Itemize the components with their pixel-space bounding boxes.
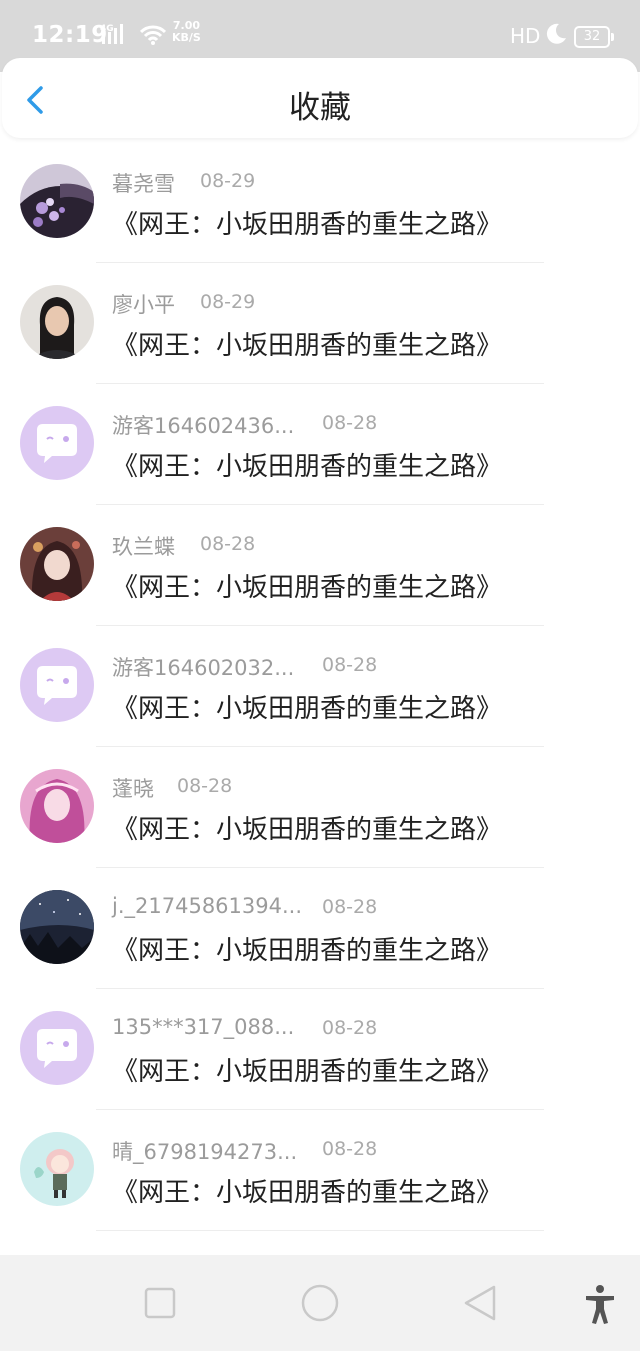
list-item[interactable]: 晴_6798194273... 08-28 《网王：小坂田朋香的重生之路》 xyxy=(0,1110,640,1231)
square-icon xyxy=(144,1287,176,1319)
book-title[interactable]: 《网王：小坂田朋香的重生之路》 xyxy=(112,1172,502,1209)
network-speed: 7.00 KB/S xyxy=(172,20,201,44)
user-name: 游客164602032... xyxy=(112,656,295,680)
status-time: 12:19 xyxy=(32,22,108,48)
page-title: 收藏 xyxy=(289,90,351,126)
home-button[interactable] xyxy=(300,1279,340,1331)
app-header: 收藏 xyxy=(2,58,638,138)
default-avatar[interactable] xyxy=(20,1011,94,1085)
back-nav-button[interactable] xyxy=(460,1279,500,1331)
date: 08-29 xyxy=(200,170,256,192)
wifi-icon xyxy=(139,24,167,50)
date: 08-28 xyxy=(322,1138,378,1160)
hd-indicator: HD xyxy=(510,24,541,48)
book-title[interactable]: 《网王：小坂田朋香的重生之路》 xyxy=(112,809,502,846)
list-item[interactable]: 暮尧雪 08-29 《网王：小坂田朋香的重生之路》 xyxy=(0,142,640,263)
book-title[interactable]: 《网王：小坂田朋香的重生之路》 xyxy=(112,930,502,967)
list-item[interactable]: 玖兰蝶 08-28 《网王：小坂田朋香的重生之路》 xyxy=(0,505,640,626)
system-nav-bar xyxy=(0,1255,640,1351)
date: 08-28 xyxy=(322,896,378,918)
date: 08-28 xyxy=(322,1017,378,1039)
book-title[interactable]: 《网王：小坂田朋香的重生之路》 xyxy=(112,204,502,241)
default-avatar[interactable] xyxy=(20,406,94,480)
battery-icon: 32 xyxy=(574,26,614,48)
divider xyxy=(96,1230,544,1231)
accessibility-icon xyxy=(586,1285,614,1324)
speed-unit: KB/S xyxy=(172,31,201,44)
circle-icon xyxy=(301,1284,339,1322)
list-item[interactable]: 游客164602032... 08-28 《网王：小坂田朋香的重生之路》 xyxy=(0,626,640,747)
default-avatar[interactable] xyxy=(20,648,94,722)
avatar[interactable] xyxy=(20,164,94,238)
user-name: j._21745861394... xyxy=(112,894,303,918)
avatar[interactable] xyxy=(20,890,94,964)
recents-button[interactable] xyxy=(142,1279,178,1331)
book-title[interactable]: 《网王：小坂田朋香的重生之路》 xyxy=(112,567,502,604)
list-item[interactable]: 135***317_088... 08-28 《网王：小坂田朋香的重生之路》 xyxy=(0,989,640,1110)
user-name: 暮尧雪 xyxy=(112,172,175,196)
accessibility-button[interactable] xyxy=(580,1279,620,1331)
date: 08-29 xyxy=(200,291,256,313)
triangle-back-icon xyxy=(464,1285,496,1321)
avatar[interactable] xyxy=(20,285,94,359)
avatar[interactable] xyxy=(20,1132,94,1206)
user-name: 135***317_088... xyxy=(112,1015,295,1039)
user-name: 廖小平 xyxy=(112,293,175,317)
date: 08-28 xyxy=(322,412,378,434)
network-type: 4G xyxy=(100,24,114,34)
date: 08-28 xyxy=(177,775,233,797)
book-title[interactable]: 《网王：小坂田朋香的重生之路》 xyxy=(112,446,502,483)
user-name: 蓬晓 xyxy=(112,777,154,801)
user-name: 游客164602436... xyxy=(112,414,295,438)
moon-icon xyxy=(544,22,568,50)
book-title[interactable]: 《网王：小坂田朋香的重生之路》 xyxy=(112,688,502,725)
signal-icon: 4G xyxy=(100,22,130,50)
user-name: 晴_6798194273... xyxy=(112,1140,298,1164)
book-title[interactable]: 《网王：小坂田朋香的重生之路》 xyxy=(112,1051,502,1088)
date: 08-28 xyxy=(322,654,378,676)
user-name: 玖兰蝶 xyxy=(112,535,175,559)
list-item[interactable]: 廖小平 08-29 《网王：小坂田朋香的重生之路》 xyxy=(0,263,640,384)
avatar[interactable] xyxy=(20,527,94,601)
avatar[interactable] xyxy=(20,769,94,843)
list-item[interactable]: 蓬晓 08-28 《网王：小坂田朋香的重生之路》 xyxy=(0,747,640,868)
date: 08-28 xyxy=(200,533,256,555)
list-item[interactable]: 游客164602436... 08-28 《网王：小坂田朋香的重生之路》 xyxy=(0,384,640,505)
book-title[interactable]: 《网王：小坂田朋香的重生之路》 xyxy=(112,325,502,362)
favorites-list: 暮尧雪 08-29 《网王：小坂田朋香的重生之路》 廖小平 08-29 《网王：… xyxy=(0,142,640,1231)
list-item[interactable]: j._21745861394... 08-28 《网王：小坂田朋香的重生之路》 xyxy=(0,868,640,989)
